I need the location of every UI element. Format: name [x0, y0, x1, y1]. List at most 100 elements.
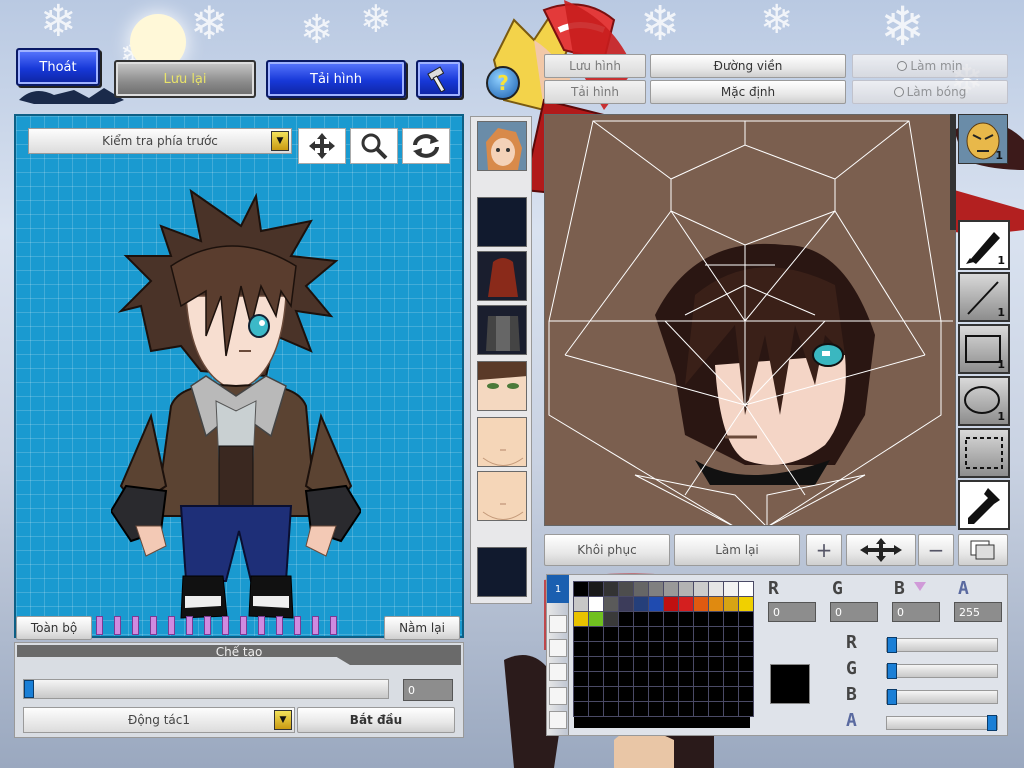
save-image-button[interactable]: Lưu hình — [544, 54, 646, 78]
empty-swatch[interactable] — [708, 671, 724, 687]
empty-swatch[interactable] — [618, 641, 634, 657]
frame-slider[interactable] — [23, 679, 389, 699]
empty-swatch[interactable] — [648, 701, 664, 717]
frame-tick[interactable] — [294, 616, 301, 635]
color-swatch[interactable] — [588, 611, 604, 627]
empty-swatch[interactable] — [693, 641, 709, 657]
empty-swatch[interactable] — [708, 611, 724, 627]
empty-swatch[interactable] — [678, 671, 694, 687]
color-swatch[interactable] — [573, 581, 589, 597]
color-swatch[interactable] — [738, 596, 754, 612]
empty-swatch[interactable] — [738, 701, 754, 717]
empty-swatch[interactable] — [603, 656, 619, 672]
empty-swatch[interactable] — [663, 611, 679, 627]
empty-swatch[interactable] — [723, 686, 739, 702]
palette-tab[interactable] — [549, 639, 567, 657]
b-slider[interactable] — [886, 689, 998, 705]
help-button[interactable]: ? — [486, 66, 520, 100]
empty-swatch[interactable] — [618, 611, 634, 627]
empty-swatch[interactable] — [633, 641, 649, 657]
empty-swatch[interactable] — [648, 641, 664, 657]
thumb-face-portrait[interactable] — [477, 121, 527, 171]
empty-swatch[interactable] — [663, 626, 679, 642]
color-swatch[interactable] — [723, 596, 739, 612]
palette-tab[interactable] — [549, 663, 567, 681]
frame-tick[interactable] — [222, 616, 229, 635]
empty-swatch[interactable] — [708, 701, 724, 717]
empty-swatch[interactable] — [573, 686, 589, 702]
line-tool-button[interactable]: 1 — [958, 272, 1010, 322]
load-image-button[interactable]: Tải hình — [544, 80, 646, 104]
b-value-field[interactable]: 0 — [892, 602, 940, 622]
color-swatch[interactable] — [678, 596, 694, 612]
frame-tick[interactable] — [132, 616, 139, 635]
color-swatch[interactable] — [633, 596, 649, 612]
g-value-field[interactable]: 0 — [830, 602, 878, 622]
g-slider-knob[interactable] — [887, 663, 897, 679]
empty-swatch[interactable] — [708, 656, 724, 672]
palette-tab[interactable] — [549, 687, 567, 705]
action-select[interactable]: Động tác1 ▼ — [23, 707, 295, 733]
empty-swatch[interactable] — [573, 626, 589, 642]
empty-swatch[interactable] — [663, 671, 679, 687]
empty-swatch[interactable] — [678, 641, 694, 657]
all-button[interactable]: Toàn bộ — [16, 616, 92, 640]
empty-swatch[interactable] — [678, 626, 694, 642]
a-slider-knob[interactable] — [987, 715, 997, 731]
r-slider[interactable] — [886, 637, 998, 653]
empty-swatch[interactable] — [738, 611, 754, 627]
empty-swatch[interactable] — [588, 656, 604, 672]
reload-button[interactable]: Tải hình — [266, 60, 406, 98]
empty-swatch[interactable] — [573, 671, 589, 687]
face-preview-badge[interactable]: 1 — [958, 114, 1008, 164]
zoom-button[interactable] — [350, 128, 398, 164]
frame-value-field[interactable]: 0 — [403, 679, 453, 701]
redo-button[interactable]: Làm lại — [674, 534, 800, 566]
color-swatch[interactable] — [603, 581, 619, 597]
pan-button[interactable] — [846, 534, 916, 566]
color-swatch[interactable] — [693, 596, 709, 612]
color-swatch[interactable] — [648, 596, 664, 612]
empty-swatch[interactable] — [693, 656, 709, 672]
r-value-field[interactable]: 0 — [768, 602, 816, 622]
r-slider-knob[interactable] — [887, 637, 897, 653]
default-button[interactable]: Mặc định — [650, 80, 846, 104]
frame-tick[interactable] — [96, 616, 103, 635]
empty-swatch[interactable] — [633, 701, 649, 717]
color-swatch[interactable] — [633, 581, 649, 597]
color-swatch[interactable] — [693, 581, 709, 597]
empty-swatch[interactable] — [603, 701, 619, 717]
editor-scrollbar[interactable] — [950, 114, 956, 230]
ellipse-tool-button[interactable]: 1 — [958, 376, 1010, 426]
empty-swatch[interactable] — [693, 671, 709, 687]
color-swatch[interactable] — [708, 581, 724, 597]
empty-swatch[interactable] — [648, 626, 664, 642]
palette-tab-active[interactable]: 1 — [547, 575, 569, 603]
color-swatch[interactable] — [573, 611, 589, 627]
view-select[interactable]: Kiểm tra phía trước ▼ — [28, 128, 292, 154]
save-button[interactable]: Lưu lại — [114, 60, 256, 98]
empty-swatch[interactable] — [738, 686, 754, 702]
empty-swatch[interactable] — [633, 656, 649, 672]
empty-swatch[interactable] — [633, 686, 649, 702]
empty-swatch[interactable] — [618, 671, 634, 687]
thumb-body-dark[interactable] — [477, 305, 527, 355]
empty-swatch[interactable] — [648, 656, 664, 672]
color-swatch[interactable] — [573, 596, 589, 612]
frame-tick[interactable] — [312, 616, 319, 635]
frame-tick[interactable] — [240, 616, 247, 635]
thumb-empty[interactable] — [477, 547, 527, 597]
frame-tick[interactable] — [276, 616, 283, 635]
thumb-face-blank[interactable] — [477, 417, 527, 467]
empty-swatch[interactable] — [618, 656, 634, 672]
empty-swatch[interactable] — [708, 626, 724, 642]
thumb-empty[interactable] — [477, 197, 527, 247]
empty-swatch[interactable] — [588, 686, 604, 702]
layers-button[interactable] — [958, 534, 1008, 566]
color-swatch[interactable] — [603, 596, 619, 612]
empty-swatch[interactable] — [678, 656, 694, 672]
empty-swatch[interactable] — [648, 671, 664, 687]
empty-swatch[interactable] — [588, 701, 604, 717]
empty-swatch[interactable] — [633, 626, 649, 642]
outline-button[interactable]: Đường viền — [650, 54, 846, 78]
